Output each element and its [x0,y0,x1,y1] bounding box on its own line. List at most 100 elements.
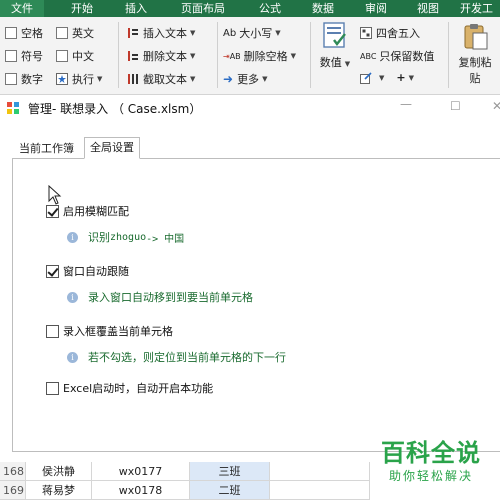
dropdown-caret-icon: ▼ [190,29,196,37]
checkbox-box [56,50,68,62]
insert-text-button[interactable]: 插入文本 ▼ [127,25,195,41]
class-cell[interactable]: 二班 [190,481,270,500]
remove-space-label: 删除空格 [243,50,288,63]
tab-data[interactable]: 数据 [305,0,341,17]
empty-cell[interactable] [270,462,370,481]
minimize-button[interactable]: — [400,97,412,111]
row-number[interactable]: 168 [0,462,26,481]
tab-page-layout[interactable]: 页面布局 [170,0,236,17]
info-icon: i [67,291,78,303]
numeric-label: 数值 [319,56,342,69]
hint-code: zhoguo [110,231,147,243]
cover-cell-hint: i 若不勾选，则定位到当前单元格的下一行 [67,349,286,365]
watermark-subtitle: 助你轻松解决 [388,469,473,483]
hint-arrow: -> 中国 [146,233,185,245]
execute-button[interactable]: 执行 ▼ [56,71,102,87]
mouse-cursor-icon [48,185,62,205]
copy-paste-label: 复制粘 [458,56,492,69]
tab-review[interactable]: 审阅 [358,0,394,17]
tab-home[interactable]: 开始 [62,0,102,17]
tab-file[interactable]: 文件 [0,0,44,17]
round-button[interactable]: 四舍五入 [360,25,420,41]
dropdown-caret-icon: ▼ [275,29,281,37]
dropdown-caret-icon: ▼ [379,73,385,82]
hint-text: 若不勾选，则定位到当前单元格的下一行 [88,351,286,364]
numeric-label-row: 数值 ▼ [318,54,352,70]
execute-label: 执行 [72,73,94,86]
fuzzy-match-label: 启用模糊匹配 [63,205,129,218]
tab-global-settings[interactable]: 全局设置 [84,137,140,159]
window-follow-checkbox[interactable]: 窗口自动跟随 [46,263,129,279]
more-button[interactable]: ➜ 更多 ▼ [223,71,267,87]
keep-numeric-button[interactable]: ABC 只保留数值 [360,48,434,64]
dropdown-caret-icon: ▼ [344,60,351,68]
round-icon [360,27,372,39]
keep-numeric-label: 只保留数值 [379,50,435,63]
close-button[interactable]: ✕ [492,99,500,113]
name-cell[interactable]: 蒋易梦 [26,481,92,500]
clipboard-icon [464,24,488,50]
insert-text-icon [128,28,138,38]
cover-cell-label: 录入框覆盖当前单元格 [63,325,173,338]
checkbox-box [46,204,59,218]
checkbox-box [5,50,17,62]
checkbox-box [5,27,17,39]
class-cell[interactable]: 三班 [190,462,270,481]
dialog-titlebar[interactable]: 管理- 联想录入 （ Case.xlsm） — ☐ ✕ [0,95,500,121]
more-label: 更多 [237,73,260,86]
round-label: 四舍五入 [376,27,420,40]
cover-cell-checkbox[interactable]: 录入框覆盖当前单元格 [46,323,173,339]
remove-space-icon: ⇥AB [223,51,241,61]
name-cell[interactable]: 侯洪静 [26,462,92,481]
keep-numeric-icon: ABC [360,51,377,61]
separator [118,22,119,88]
delete-text-button[interactable]: 删除文本 ▼ [127,48,195,64]
checkbox-box [46,381,59,395]
watermark-logo: 百科全说 助你轻松解决 [368,438,494,492]
hint-text: 录入窗口自动移到到要当前单元格 [88,291,253,304]
code-cell[interactable]: wx0177 [92,462,190,481]
dropdown-caret-icon: ▼ [408,73,414,82]
tab-view[interactable]: 视图 [410,0,446,17]
chinese-checkbox[interactable]: 中文 [56,48,94,64]
window-follow-label: 窗口自动跟随 [63,265,129,278]
tab-developer[interactable]: 开发工 [460,0,500,17]
separator [217,22,218,88]
extract-text-button[interactable]: 截取文本 ▼ [127,71,195,87]
manage-dialog: 管理- 联想录入 （ Case.xlsm） — ☐ ✕ 当前工作簿 全局设置 启… [0,95,500,462]
auto-start-checkbox[interactable]: Excel启动时，自动开启本功能 [46,380,213,396]
empty-cell[interactable] [270,481,370,500]
tab-insert[interactable]: 插入 [118,0,154,17]
checkbox-box [46,264,59,278]
english-label: 英文 [72,27,94,40]
code-cell[interactable]: wx0178 [92,481,190,500]
fuzzy-match-checkbox[interactable]: 启用模糊匹配 [46,203,129,219]
fuzzy-match-hint: i 识别 zhoguo -> 中国 [67,229,184,245]
delete-text-icon [128,51,138,61]
format-button[interactable]: ▼ + ▼ [360,71,414,84]
dialog-title: 管理- 联想录入 （ Case.xlsm） [28,102,202,116]
symbol-checkbox[interactable]: 符号 [5,48,43,64]
maximize-button[interactable]: ☐ [450,99,461,113]
remove-space-icon-text: AB [229,51,241,61]
english-checkbox[interactable]: 英文 [56,25,94,41]
number-checkbox[interactable]: 数字 [5,71,43,87]
extract-text-label: 截取文本 [143,73,187,86]
space-checkbox[interactable]: 空格 [5,25,43,41]
space-label: 空格 [21,27,43,40]
checkbox-box [5,73,17,85]
insert-text-label: 插入文本 [143,27,187,40]
case-button[interactable]: Ab 大小写 ▼ [223,25,281,41]
copy-paste-button[interactable]: 复制粘 贴 [454,23,496,86]
more-arrow-icon: ➜ [223,72,234,86]
remove-space-button[interactable]: ⇥AB 删除空格 ▼ [223,48,296,64]
tab-current-workbook[interactable]: 当前工作簿 [14,141,79,159]
extract-text-icon [128,74,138,84]
tab-formulas[interactable]: 公式 [252,0,288,17]
info-icon: i [67,231,78,243]
ribbon-tab-bar: 文件 开始 插入 页面布局 公式 数据 审阅 视图 开发工 [0,0,500,17]
edit-icon [360,71,372,84]
dropdown-caret-icon: ▼ [262,75,268,83]
numeric-button[interactable]: 数值 ▼ [318,21,352,70]
row-number[interactable]: 169 [0,481,26,500]
